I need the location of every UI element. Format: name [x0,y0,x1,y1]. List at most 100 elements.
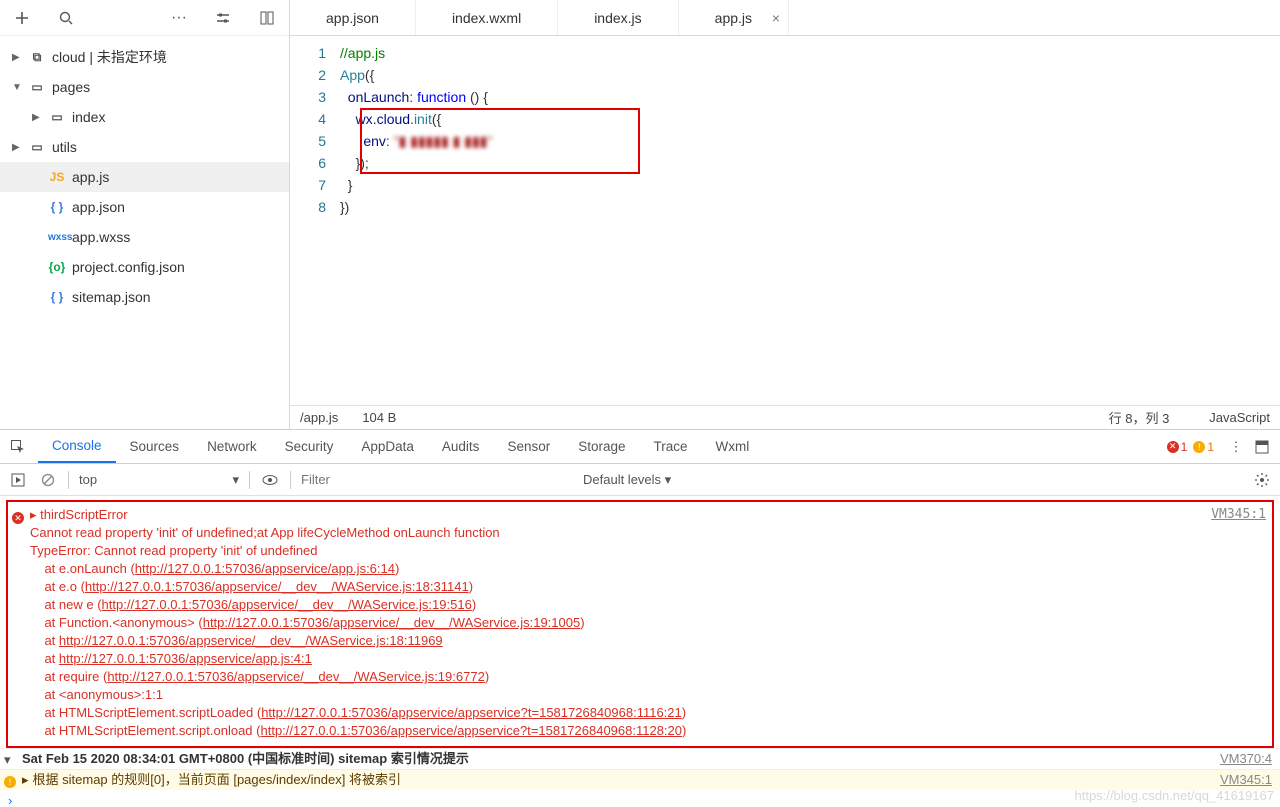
tree-item-project-config[interactable]: {o} project.config.json [0,252,289,282]
chevron-down-icon: ▼ [12,82,22,93]
devtools-tab-sensor[interactable]: Sensor [493,430,564,463]
tree-item-app-wxss[interactable]: wxss app.wxss [0,222,289,252]
tree-label: sitemap.json [72,289,151,305]
filter-input[interactable] [301,472,561,487]
close-icon[interactable]: × [772,10,780,26]
devtools-tab-network[interactable]: Network [193,430,271,463]
json-icon: { } [48,200,66,214]
error-icon: ✕ [12,508,24,526]
error-msg-1: Cannot read property 'init' of undefined… [30,524,1266,542]
more-icon[interactable]: ··· [169,8,189,28]
dock-icon[interactable] [1252,437,1272,457]
tree-label: cloud | 未指定环境 [52,47,167,67]
tree-label: project.config.json [72,259,185,275]
search-icon[interactable] [56,8,76,28]
tab-label: index.wxml [452,10,521,26]
log-text: Sat Feb 15 2020 08:34:01 GMT+0800 (中国标准时… [22,750,469,768]
log-levels-select[interactable]: Default levels ▾ [583,472,671,488]
console-output[interactable]: ✕ VM345:1 ▸ thirdScriptError Cannot read… [0,496,1280,807]
status-cursor[interactable]: 行 8，列 3 [1109,408,1170,427]
chevron-right-icon: ▶ [12,52,22,63]
config-icon: {o} [48,260,66,274]
devtools-tab-wxml[interactable]: Wxml [702,430,764,463]
console-error: ✕ VM345:1 ▸ thirdScriptError Cannot read… [6,500,1274,748]
code-editor[interactable]: 12345678 //app.js App({ onLaunch: functi… [290,36,1280,405]
error-msg-2: TypeError: Cannot read property 'init' o… [30,542,1266,560]
clear-console-icon[interactable] [38,470,58,490]
source-link[interactable]: VM345:1 [1211,506,1266,524]
stack-trace: at e.onLaunch (http://127.0.0.1:57036/ap… [30,560,1266,740]
status-lang[interactable]: JavaScript [1209,410,1270,425]
status-size: 104 B [362,410,396,425]
tree-item-utils[interactable]: ▶ ▭ utils [0,132,289,162]
tab-index-wxml[interactable]: index.wxml [416,0,558,35]
devtools-tab-security[interactable]: Security [271,430,348,463]
play-icon[interactable] [8,470,28,490]
tab-label: index.js [594,10,641,26]
cloud-folder-icon: ⧉ [28,50,46,65]
chevron-right-icon[interactable]: ▸ [22,771,29,789]
chevron-right-icon: ▶ [12,142,22,153]
console-info-row: ▾ Sat Feb 15 2020 08:34:01 GMT+0800 (中国标… [0,748,1280,769]
warning-icon: ! [4,772,16,790]
context-selector[interactable]: top▾ [79,472,239,488]
editor-tabs: app.json index.wxml index.js app.js × [290,0,1280,36]
tree-label: utils [52,139,77,155]
folder-icon: ▭ [28,140,46,154]
editor-area: app.json index.wxml index.js app.js × 123… [290,0,1280,429]
tree-label: app.json [72,199,125,215]
file-explorer: ··· ▶ ⧉ cloud | 未指定环境 ▼ ▭ pages ▶ ▭ index ▶ ▭ ut… [0,0,290,429]
chevron-right-icon: ▶ [32,112,42,123]
console-toolbar: top▾ Default levels ▾ [0,464,1280,496]
file-tree: ▶⧉cloud | 未指定环境 ▼▭pages ▶▭index ▶▭utils … [0,36,289,429]
code-body[interactable]: //app.js App({ onLaunch: function () { w… [340,42,492,405]
error-count-badge[interactable]: ✕1 [1167,440,1188,454]
devtools-tab-appdata[interactable]: AppData [347,430,428,463]
inspect-element-icon[interactable] [8,437,28,457]
log-text: 根据 sitemap 的规则[0]，当前页面 [pages/index/inde… [33,771,401,789]
tree-item-pages[interactable]: ▼ ▭ pages [0,72,289,102]
live-expression-icon[interactable] [260,470,280,490]
error-title: thirdScriptError [40,507,127,522]
tree-label: pages [52,79,90,95]
tree-label: app.wxss [72,229,130,245]
source-link[interactable]: VM370:4 [1220,750,1272,768]
warning-count-badge[interactable]: !1 [1193,440,1214,454]
tree-label: app.js [72,169,109,185]
folder-open-icon: ▭ [28,80,46,94]
devtools-tab-trace[interactable]: Trace [640,430,702,463]
folder-icon: ▭ [48,110,66,124]
split-editor-icon[interactable] [257,8,277,28]
watermark: https://blog.csdn.net/qq_41619167 [1075,787,1275,805]
tab-app-js[interactable]: app.js × [679,0,789,35]
tab-label: app.json [326,10,379,26]
console-settings-icon[interactable] [1252,470,1272,490]
status-path: /app.js [300,410,338,425]
tab-label: app.js [715,10,752,26]
devtools-tabs: Console Sources Network Security AppData… [0,430,1280,464]
editor-statusbar: /app.js 104 B 行 8，列 3 JavaScript [290,405,1280,429]
tab-index-js[interactable]: index.js [558,0,678,35]
devtools-tab-audits[interactable]: Audits [428,430,494,463]
tree-item-app-json[interactable]: { } app.json [0,192,289,222]
explorer-toolbar: ··· [0,0,289,36]
devtools-panel: Console Sources Network Security AppData… [0,430,1280,807]
add-icon[interactable] [12,8,32,28]
devtools-tab-storage[interactable]: Storage [564,430,639,463]
line-gutter: 12345678 [290,42,340,405]
devtools-tab-sources[interactable]: Sources [116,430,194,463]
tree-item-app-js[interactable]: JS app.js [0,162,289,192]
tree-item-cloud[interactable]: ▶ ⧉ cloud | 未指定环境 [0,42,289,72]
tab-app-json[interactable]: app.json [290,0,416,35]
devtools-tab-console[interactable]: Console [38,430,116,463]
chevron-down-icon[interactable]: ▾ [4,751,11,769]
tree-item-index[interactable]: ▶ ▭ index [0,102,289,132]
highlight-box [360,108,640,174]
js-icon: JS [48,170,66,184]
wxss-icon: wxss [48,232,66,243]
tree-label: index [72,109,105,125]
json-icon: { } [48,290,66,304]
tree-item-sitemap[interactable]: { } sitemap.json [0,282,289,312]
more-vert-icon[interactable]: ⋮ [1226,437,1246,457]
settings-sliders-icon[interactable] [213,8,233,28]
